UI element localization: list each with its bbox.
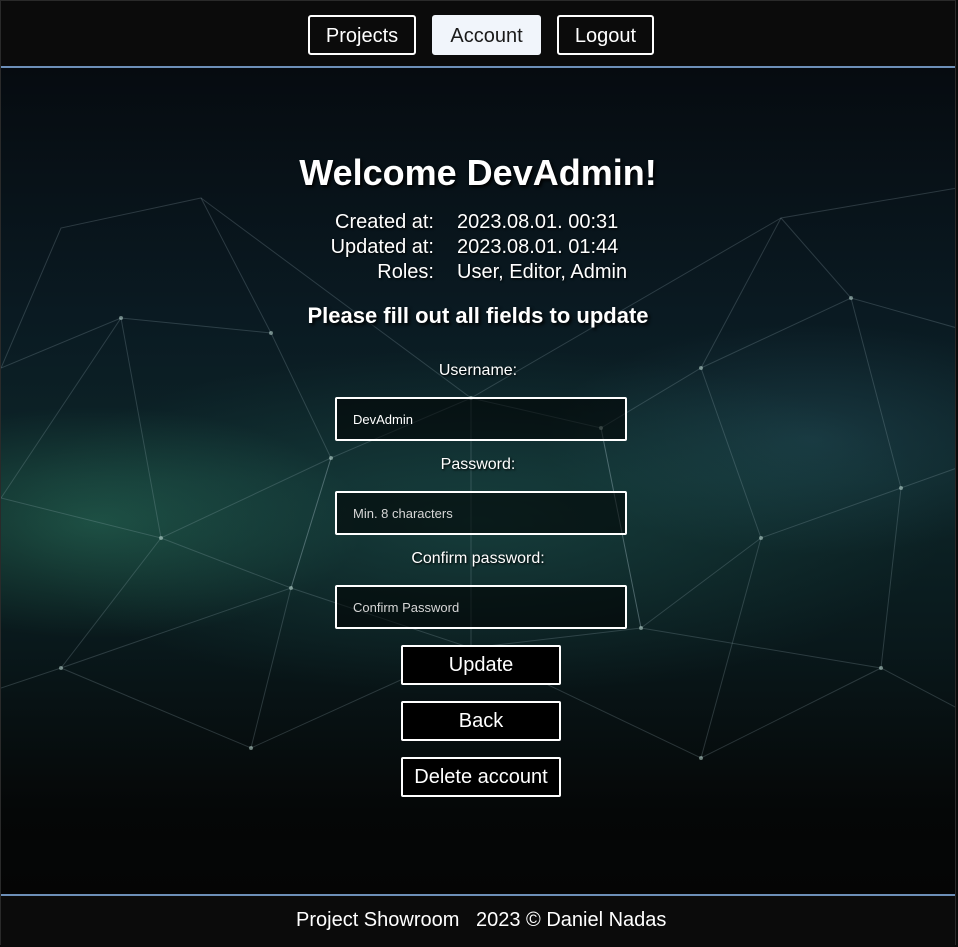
footer-copyright: 2023 © Daniel Nadas [476, 909, 667, 931]
page-frame: Projects Account Logout Welcome DevAdmin… [0, 0, 956, 946]
password-label: Password: [440, 456, 516, 473]
form-instructions: Please fill out all fields to update [307, 303, 649, 328]
created-at-label: Created at: [335, 211, 434, 233]
created-at-value: 2023.08.01. 00:31 [457, 211, 619, 233]
password-input[interactable] [335, 491, 627, 535]
nav-account-button[interactable]: Account [432, 15, 541, 55]
roles-row: Roles: User, Editor, Admin [1, 261, 955, 286]
top-navbar: Projects Account Logout [1, 1, 955, 68]
nav-logout-button[interactable]: Logout [557, 15, 654, 55]
update-button[interactable]: Update [401, 645, 561, 685]
roles-label: Roles: [377, 261, 434, 283]
delete-account-button[interactable]: Delete account [401, 757, 561, 797]
created-at-row: Created at: 2023.08.01. 00:31 [1, 211, 955, 236]
updated-at-value: 2023.08.01. 01:44 [457, 236, 619, 258]
nav-projects-button[interactable]: Projects [308, 15, 416, 55]
footer: Project Showroom 2023 © Daniel Nadas [1, 894, 955, 946]
username-input[interactable] [335, 397, 627, 441]
updated-at-label: Updated at: [330, 236, 434, 258]
confirm-password-input[interactable] [335, 585, 627, 629]
main-content: Welcome DevAdmin! Created at: 2023.08.01… [1, 68, 955, 894]
back-button[interactable]: Back [401, 701, 561, 741]
confirm-password-label: Confirm password: [411, 550, 545, 567]
updated-at-row: Updated at: 2023.08.01. 01:44 [1, 236, 955, 261]
welcome-title: Welcome DevAdmin! [299, 152, 657, 193]
footer-site-name: Project Showroom [296, 909, 460, 931]
roles-value: User, Editor, Admin [457, 261, 628, 283]
username-label: Username: [438, 362, 518, 379]
